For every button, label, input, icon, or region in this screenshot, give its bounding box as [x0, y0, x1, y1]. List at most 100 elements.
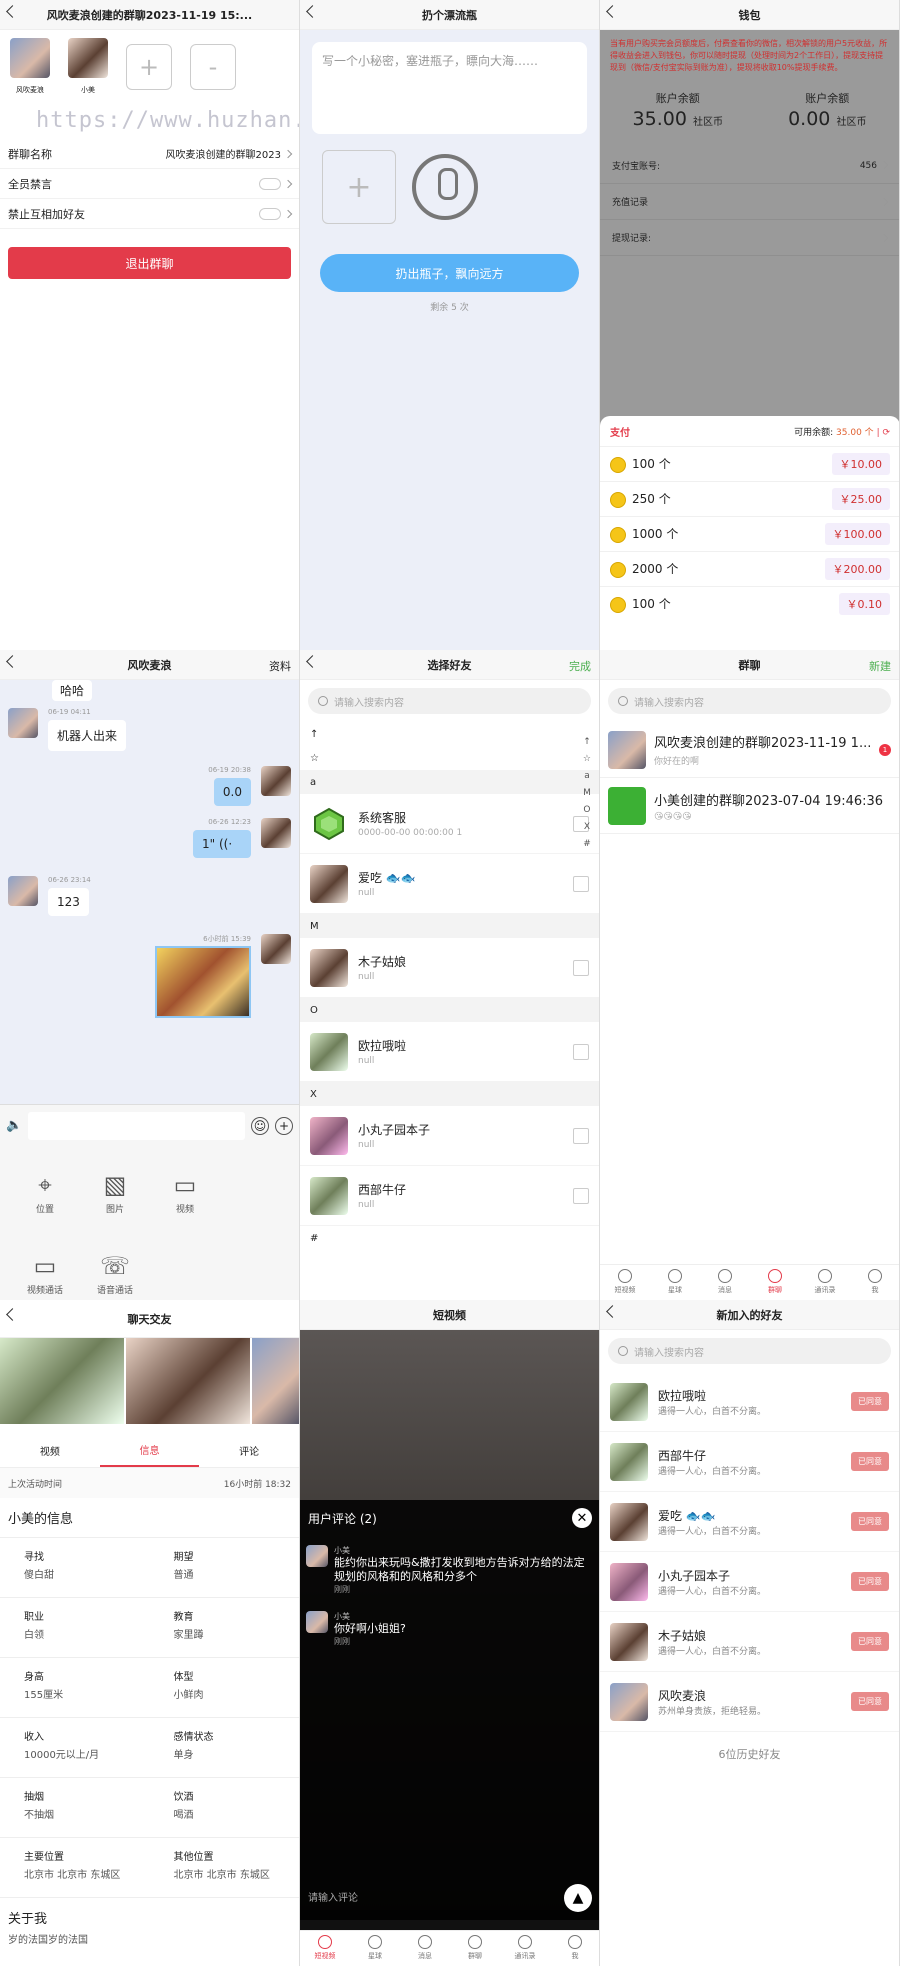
friend-row[interactable]: 西部牛仔 null [300, 1166, 599, 1226]
location-button[interactable]: ⌖ 位置 [10, 1168, 80, 1229]
withdraw-record-row[interactable]: 提现记录: [600, 220, 899, 256]
select-checkbox[interactable] [573, 1127, 589, 1144]
agreed-button[interactable]: 已同意 [851, 1632, 889, 1651]
member[interactable]: 风吹麦浪 [10, 38, 50, 95]
pay-option[interactable]: 100 个 ￥10.00 [600, 446, 899, 481]
tab-contacts[interactable]: 通讯录 [500, 1931, 550, 1966]
new-friend-row[interactable]: 木子姑娘 遇得一人心，白首不分离。 已同意 [600, 1612, 899, 1672]
friend-row[interactable]: 小丸子园本子 null [300, 1106, 599, 1166]
photo[interactable] [0, 1338, 124, 1424]
tab-groups[interactable]: 群聊 [450, 1931, 500, 1966]
pay-option[interactable]: 2000 个 ￥200.00 [600, 551, 899, 586]
index-letter[interactable]: M [583, 785, 591, 802]
throw-bottle-button[interactable]: 扔出瓶子，飘向远方 [320, 254, 579, 292]
group-row[interactable]: 风吹麦浪创建的群聊2023-11-19 1... 你好在的啊 1 [600, 722, 899, 778]
photo[interactable] [126, 1338, 250, 1424]
agreed-button[interactable]: 已同意 [851, 1572, 889, 1591]
recharge-record-row[interactable]: 充值记录 [600, 184, 899, 220]
select-checkbox[interactable] [573, 1187, 589, 1204]
agreed-button[interactable]: 已同意 [851, 1512, 889, 1531]
tab-videos[interactable]: 视频 [0, 1434, 100, 1467]
pay-option[interactable]: 250 个 ￥25.00 [600, 481, 899, 516]
index-letter[interactable]: X [583, 819, 591, 836]
video-button[interactable]: ▭ 视频 [150, 1168, 220, 1229]
message-input[interactable] [28, 1111, 245, 1140]
pay-option[interactable]: 100 个 ￥0.10 [600, 586, 899, 621]
friend-row[interactable]: 爱吃 🐟🐟 null [300, 854, 599, 914]
select-checkbox[interactable] [573, 1043, 589, 1060]
tab-short-video[interactable]: 短视频 [600, 1265, 650, 1300]
comment-input[interactable]: 请输入评论 [308, 1889, 358, 1904]
tab-me[interactable]: 我 [550, 1931, 599, 1966]
group-name-row[interactable]: 群聊名称 风吹麦浪创建的群聊2023 [0, 139, 299, 169]
tab-messages[interactable]: 消息 [700, 1265, 750, 1300]
friend-row[interactable]: 欧拉哦啦 null [300, 1022, 599, 1082]
index-letter[interactable]: ↑ [583, 734, 591, 751]
voice-message[interactable]: 1" ((· [193, 830, 251, 858]
index-letter[interactable]: O [583, 802, 591, 819]
new-friend-row[interactable]: 西部牛仔 遇得一人心，白首不分离。 已同意 [600, 1432, 899, 1492]
new-friend-row[interactable]: 爱吃 🐟🐟 遇得一人心，白首不分离。 已同意 [600, 1492, 899, 1552]
friend-row[interactable]: 木子姑娘 null [300, 938, 599, 998]
new-friend-row[interactable]: 小丸子园本子 遇得一人心，白首不分离。 已同意 [600, 1552, 899, 1612]
tab-planet[interactable]: 星球 [350, 1931, 400, 1966]
voice-toggle-icon[interactable]: 🔈 [6, 1118, 22, 1133]
no-add-friend-toggle[interactable] [259, 207, 281, 220]
voice-call-button[interactable]: ☏ 语音通话 [80, 1249, 150, 1300]
index-letter[interactable]: # [583, 836, 591, 853]
new-group-button[interactable]: 新建 [869, 658, 891, 674]
send-icon[interactable]: ▲ [564, 1884, 592, 1912]
agreed-button[interactable]: 已同意 [851, 1692, 889, 1711]
secret-textarea[interactable]: 写一个小秘密，塞进瓶子，瞟向大海…… [312, 42, 587, 134]
back-icon[interactable] [606, 5, 619, 18]
history-friends-link[interactable]: 6位历史好友 [600, 1746, 899, 1762]
member[interactable]: 小美 [68, 38, 108, 95]
new-friend-row[interactable]: 风吹麦浪 苏州单身贵族，拒绝轻易。 已同意 [600, 1672, 899, 1732]
message-list[interactable]: 哈哈 06-19 04:11 机器人出来 06-19 20:38 0.0 06-… [0, 680, 299, 1104]
index-letter[interactable]: a [583, 768, 591, 785]
tab-groups[interactable]: 群聊 [750, 1265, 800, 1300]
tab-comments[interactable]: 评论 [199, 1434, 299, 1467]
back-icon[interactable] [6, 1308, 19, 1321]
exit-group-button[interactable]: 退出群聊 [8, 247, 291, 279]
search-input[interactable]: 请输入搜索内容 [308, 688, 591, 714]
add-member-button[interactable]: + [126, 44, 172, 90]
microphone-icon[interactable] [412, 154, 478, 220]
emoji-icon[interactable]: ☺ [251, 1116, 269, 1135]
group-row[interactable]: 小美创建的群聊2023-07-04 19:46:36 😘😘😘😘 [600, 778, 899, 834]
back-icon[interactable] [306, 655, 319, 668]
pay-option[interactable]: 1000 个 ￥100.00 [600, 516, 899, 551]
back-icon[interactable] [6, 5, 19, 18]
tab-me[interactable]: 我 [850, 1265, 899, 1300]
remove-member-button[interactable]: - [190, 44, 236, 90]
image-message[interactable] [155, 946, 251, 1018]
back-icon[interactable] [606, 1305, 619, 1318]
search-input[interactable]: 请输入搜索内容 [608, 688, 891, 714]
alipay-row[interactable]: 支付宝账号: 456 [600, 148, 899, 184]
image-button[interactable]: ▧ 图片 [80, 1168, 150, 1229]
tab-info[interactable]: 信息 [99, 1434, 200, 1467]
tab-planet[interactable]: 星球 [650, 1265, 700, 1300]
back-icon[interactable] [6, 655, 19, 668]
select-checkbox[interactable] [573, 875, 589, 892]
tab-messages[interactable]: 消息 [400, 1931, 450, 1966]
done-button[interactable]: 完成 [569, 658, 591, 674]
video-call-button[interactable]: ▭ 视频通话 [10, 1249, 80, 1300]
add-image-button[interactable]: + [322, 150, 396, 224]
search-input[interactable]: 请输入搜索内容 [608, 1338, 891, 1364]
refresh-icon[interactable]: | ⟳ [877, 428, 890, 438]
tab-short-video[interactable]: 短视频 [300, 1931, 350, 1966]
select-checkbox[interactable] [573, 959, 589, 976]
index-letter[interactable]: ☆ [583, 751, 591, 768]
back-icon[interactable] [306, 5, 319, 18]
agreed-button[interactable]: 已同意 [851, 1452, 889, 1471]
close-icon[interactable]: ✕ [572, 1508, 592, 1528]
alphabet-index[interactable]: ↑ ☆ a M O X # [583, 734, 591, 853]
agreed-button[interactable]: 已同意 [851, 1392, 889, 1411]
photo-strip[interactable] [0, 1338, 299, 1424]
new-friend-row[interactable]: 欧拉哦啦 遇得一人心，白首不分离。 已同意 [600, 1372, 899, 1432]
friend-row[interactable]: 系统客服 0000-00-00 00:00:00 1 [300, 794, 599, 854]
photo[interactable] [252, 1338, 299, 1424]
mute-all-toggle[interactable] [259, 177, 281, 190]
plus-icon[interactable]: + [275, 1116, 293, 1135]
